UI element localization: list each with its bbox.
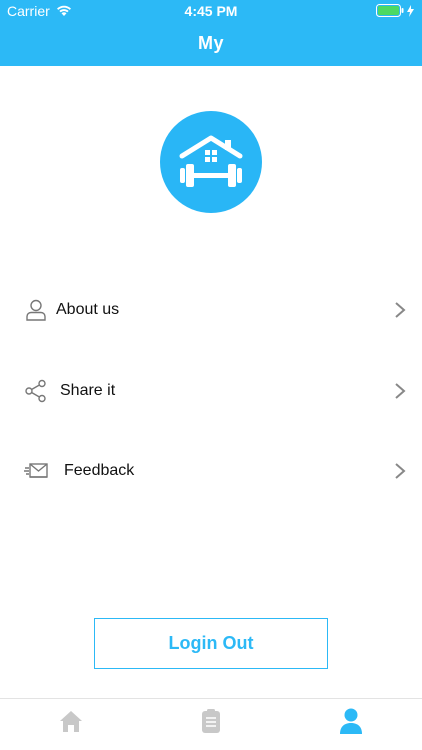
- share-icon: [25, 379, 46, 403]
- battery-indicator: [376, 4, 414, 17]
- menu-item-label: About us: [56, 301, 120, 318]
- status-bar: Carrier 4:45 PM: [0, 0, 422, 22]
- profile-icon[interactable]: [337, 707, 365, 735]
- chevron-right-icon: [395, 302, 406, 318]
- envelope-icon: [24, 463, 48, 478]
- menu-item-about-us[interactable]: About us: [0, 280, 422, 340]
- status-time: 4:45 PM: [184, 3, 238, 19]
- page-title: My: [197, 33, 224, 53]
- nav-header: Carrier 4:45 PM My: [0, 0, 422, 66]
- login-out-button[interactable]: Login Out: [94, 618, 328, 669]
- tab-bar: [0, 698, 422, 750]
- battery-icon: [376, 4, 404, 17]
- chevron-right-icon: [395, 383, 406, 399]
- home-icon[interactable]: [57, 707, 85, 735]
- menu-item-feedback[interactable]: Feedback: [0, 441, 422, 501]
- app-logo: [160, 111, 262, 213]
- menu-item-share-it[interactable]: Share it: [0, 361, 422, 421]
- menu-item-label: Feedback: [64, 462, 135, 479]
- charging-bolt-icon: [407, 4, 414, 17]
- clipboard-icon[interactable]: [197, 707, 225, 735]
- home-gym-logo-icon: [179, 135, 243, 187]
- person-icon: [26, 299, 46, 321]
- chevron-right-icon: [395, 463, 406, 479]
- menu-item-label: Share it: [60, 382, 116, 399]
